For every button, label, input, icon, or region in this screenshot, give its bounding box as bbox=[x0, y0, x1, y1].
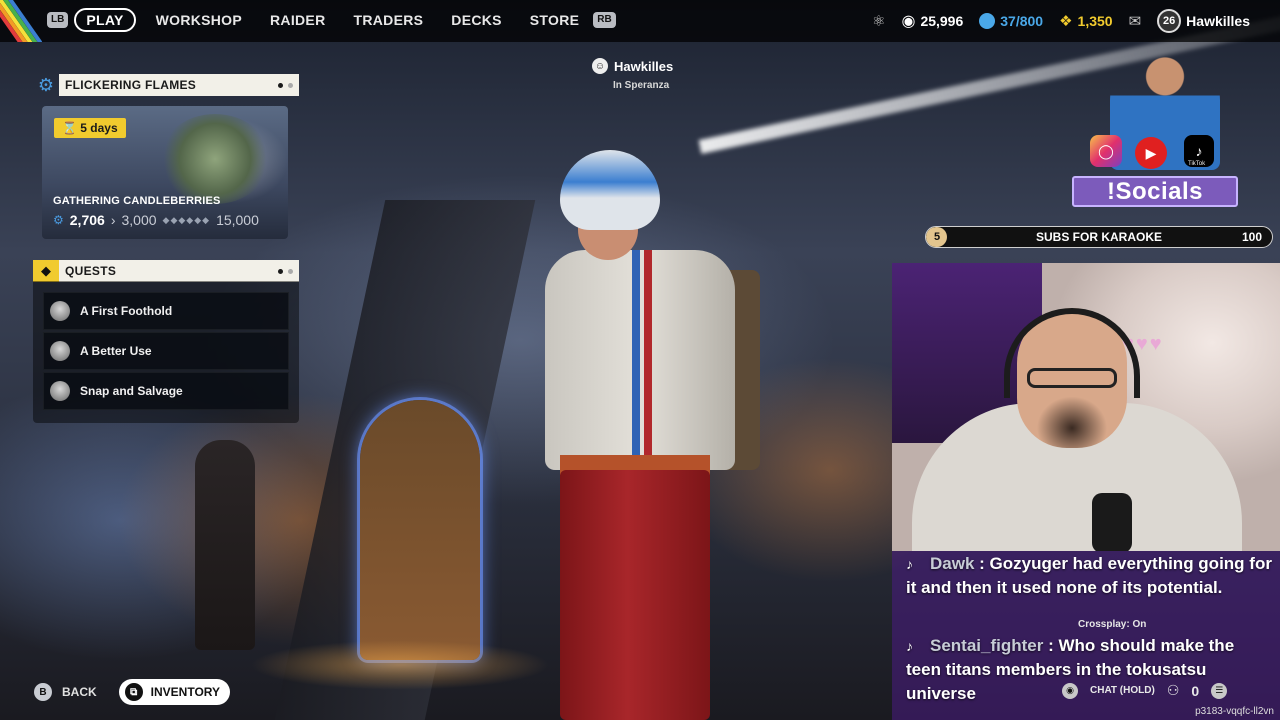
page-dots bbox=[278, 82, 293, 88]
quests-title: QUESTS bbox=[65, 264, 117, 278]
tokens-value: 1,350 bbox=[1077, 13, 1113, 29]
quest-label: A Better Use bbox=[80, 344, 152, 358]
session-id: p3183-vqqfc-ll2vn bbox=[1195, 706, 1274, 717]
chat-user: Sentai_fighter bbox=[930, 636, 1044, 655]
tab-traders[interactable]: TRADERS bbox=[340, 8, 438, 32]
cred-value: 37/800 bbox=[1000, 13, 1044, 29]
goal-end: 100 bbox=[1241, 230, 1262, 244]
quest-item[interactable]: Snap and Salvage bbox=[43, 372, 289, 410]
inventory-button[interactable]: ⧉ INVENTORY bbox=[118, 679, 231, 705]
party-name: Hawkilles bbox=[614, 58, 674, 74]
npc-silhouette bbox=[195, 440, 255, 650]
inventory-label: INVENTORY bbox=[150, 685, 221, 699]
quests-panel-header: ◆ QUESTS bbox=[33, 260, 299, 282]
menu-icon[interactable]: ☰ bbox=[1211, 682, 1228, 699]
timer-text: 5 days bbox=[80, 121, 118, 135]
event-name: GATHERING CANDLEBERRIES bbox=[53, 195, 221, 207]
goal-start: 5 bbox=[934, 231, 941, 243]
main-tabs: LB PLAY WORKSHOP RAIDER TRADERS DECKS ST… bbox=[47, 8, 616, 32]
chat-message: ♪ Dawk : Gozyuger had everything going fo… bbox=[906, 554, 1272, 597]
quest-item[interactable]: A Better Use bbox=[43, 332, 289, 370]
view-button-icon: ⧉ bbox=[124, 683, 143, 701]
lb-button-hint[interactable]: LB bbox=[47, 12, 69, 28]
page-dots bbox=[278, 268, 293, 274]
bottom-actions: B BACK ⧉ INVENTORY bbox=[34, 679, 231, 705]
event-panel-header: ⚙ FLICKERING FLAMES bbox=[33, 74, 299, 96]
coin-icon: ◉ bbox=[901, 13, 916, 30]
level-badge: 26 bbox=[1157, 9, 1182, 33]
currency-bar: ⚛ ◉ 25,996 37/800 ❖ 1,350 ✉ 26 Hawkilles bbox=[872, 9, 1250, 33]
tokens-icon: ❖ bbox=[1059, 13, 1073, 30]
chat-user: Dawk bbox=[930, 554, 975, 573]
gear-small-icon: ⚙ bbox=[53, 213, 64, 227]
tokens-stat: ❖ 1,350 bbox=[1059, 12, 1113, 30]
top-navigation-bar: LB PLAY WORKSHOP RAIDER TRADERS DECKS ST… bbox=[0, 0, 1280, 42]
progress-next: 3,000 bbox=[121, 212, 157, 228]
tiktok-label: TikTok bbox=[1188, 161, 1206, 167]
skills-icon[interactable]: ⚛ bbox=[872, 12, 885, 30]
progress-current: 2,706 bbox=[69, 212, 105, 228]
player-icon: ☺ bbox=[592, 58, 608, 74]
microphone bbox=[1092, 493, 1132, 551]
mail-icon[interactable]: ✉ bbox=[1129, 12, 1142, 30]
tiktok-icon: ♪ bbox=[906, 556, 913, 572]
username: Hawkilles bbox=[1186, 13, 1250, 29]
candleberry-tree-image bbox=[160, 114, 270, 204]
event-card[interactable]: ⌛ 5 days GATHERING CANDLEBERRIES ⚙ 2,706… bbox=[42, 106, 288, 239]
quests-list: A First Foothold A Better Use Snap and S… bbox=[33, 281, 299, 423]
chat-controls: ◉ CHAT (HOLD) ⚇ 0 ☰ bbox=[1062, 682, 1228, 699]
progress-max: 15,000 bbox=[216, 212, 259, 228]
quest-label: A First Foothold bbox=[80, 304, 173, 318]
quest-label: Snap and Salvage bbox=[80, 384, 183, 398]
stick-icon: ◉ bbox=[1062, 682, 1078, 699]
goal-label: SUBS FOR KARAOKE bbox=[1035, 230, 1162, 244]
rb-button-hint[interactable]: RB bbox=[593, 12, 616, 28]
gear-icon: ⚙ bbox=[37, 74, 55, 95]
quest-giver-icon bbox=[50, 301, 70, 321]
tiktok-icon: ♪ bbox=[906, 638, 913, 654]
hourglass-icon: ⌛ bbox=[62, 121, 77, 135]
progress-pips: ◆◆◆◆◆◆ bbox=[162, 214, 211, 225]
party-member-label: ☺ Hawkilles In Speranza bbox=[592, 58, 673, 91]
quest-diamond-icon: ◆ bbox=[33, 260, 59, 282]
quest-giver-icon bbox=[50, 341, 70, 361]
cred-icon bbox=[979, 13, 996, 29]
coins-value: 25,996 bbox=[920, 13, 964, 29]
tab-store[interactable]: STORE bbox=[516, 8, 593, 32]
event-progress: ⚙ 2,706 › 3,000 ◆◆◆◆◆◆ 15,000 bbox=[53, 212, 259, 228]
quest-giver-icon bbox=[50, 381, 70, 401]
youtube-icon: ▶ bbox=[1135, 137, 1167, 169]
chevron-right-icon: › bbox=[110, 212, 116, 228]
webcam-feed: ♥♥♥ bbox=[892, 263, 1280, 551]
rainbow-corner-decoration bbox=[0, 0, 42, 42]
coins-stat: ◉ 25,996 bbox=[901, 11, 963, 31]
candles-glow bbox=[250, 640, 550, 690]
tab-decks[interactable]: DECKS bbox=[437, 8, 516, 32]
event-timer: ⌛ 5 days bbox=[54, 118, 126, 138]
party-icon: ⚇ bbox=[1166, 682, 1180, 698]
glowing-shrine bbox=[360, 400, 480, 660]
b-button-icon: B bbox=[34, 683, 52, 701]
profile[interactable]: 26 Hawkilles bbox=[1157, 9, 1250, 33]
sub-goal-bar: 5 SUBS FOR KARAOKE 100 bbox=[925, 226, 1273, 248]
back-button[interactable]: BACK bbox=[62, 685, 97, 699]
instagram-icon: ◯ bbox=[1090, 135, 1122, 167]
tab-play[interactable]: PLAY bbox=[74, 8, 136, 32]
tab-raider[interactable]: RAIDER bbox=[256, 8, 339, 32]
cred-stat: 37/800 bbox=[979, 13, 1043, 29]
event-title: FLICKERING FLAMES bbox=[65, 78, 197, 92]
tab-workshop[interactable]: WORKSHOP bbox=[142, 8, 256, 32]
glasses bbox=[1027, 368, 1117, 388]
party-location: In Speranza bbox=[613, 80, 670, 91]
party-count: 0 bbox=[1191, 682, 1200, 699]
player-character bbox=[540, 150, 770, 720]
chat-hold-label[interactable]: CHAT (HOLD) bbox=[1090, 685, 1155, 696]
quest-item[interactable]: A First Foothold bbox=[43, 292, 289, 330]
socials-banner: !Socials bbox=[1072, 176, 1238, 207]
crossplay-status: Crossplay: On bbox=[1078, 619, 1147, 630]
